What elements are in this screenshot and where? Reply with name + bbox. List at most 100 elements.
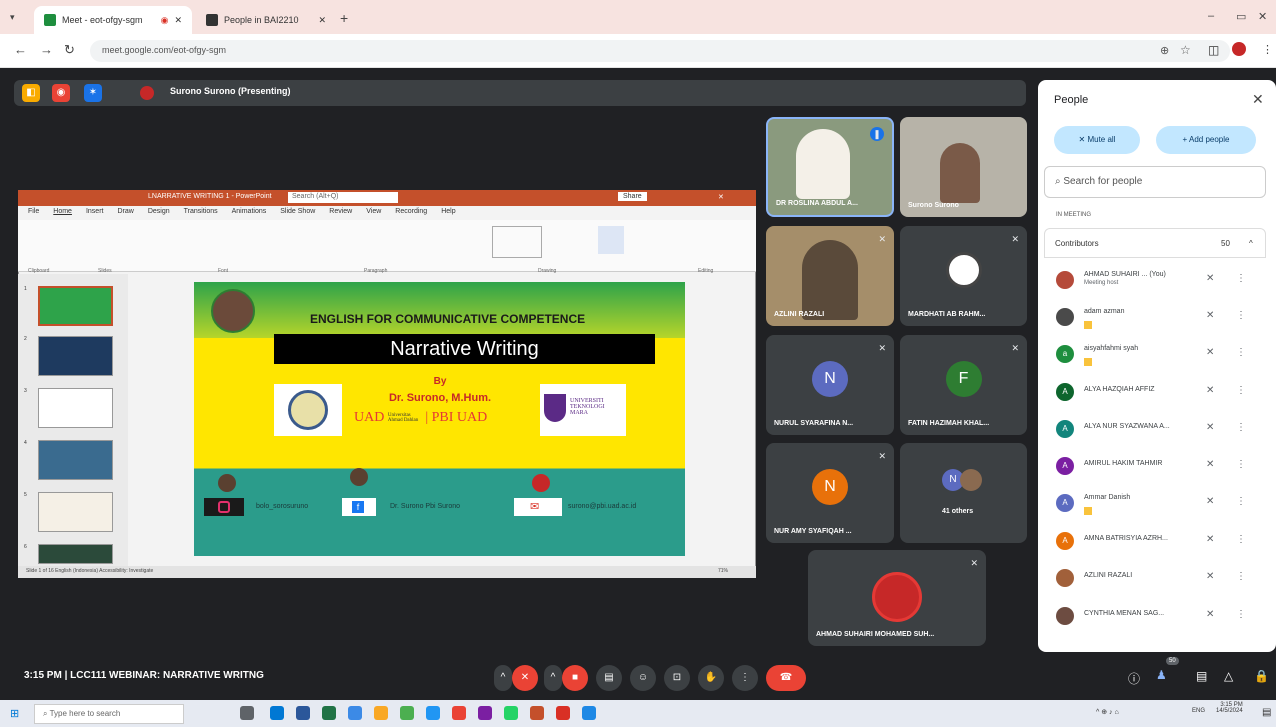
participant-tile[interactable]: N ✕ NUR AMY SYAFIQAH ...	[766, 443, 894, 543]
notification-icon[interactable]: ▤	[1262, 707, 1271, 718]
app-icon[interactable]	[426, 706, 440, 720]
whatsapp-icon[interactable]	[504, 706, 518, 720]
more-options-button[interactable]: ⋮	[732, 665, 758, 691]
mic-off-icon[interactable]: ✕	[1206, 347, 1214, 358]
new-tab-button[interactable]: +	[340, 10, 348, 26]
shapes-gallery[interactable]	[492, 226, 542, 258]
participant-tile[interactable]: ❚ DR ROSLINA ABDUL A...	[766, 117, 894, 217]
more-options-icon[interactable]: ⋮	[1236, 385, 1246, 396]
host-controls-icon[interactable]: 🔒	[1254, 669, 1269, 683]
close-tab-icon[interactable]: ✕	[318, 15, 326, 26]
mic-off-icon[interactable]: ✕	[1206, 422, 1214, 433]
tab-meet[interactable]: Meet - eot-ofgy-sgm ◉ ✕	[34, 6, 192, 34]
windows-start-icon[interactable]: ⊞	[10, 707, 19, 720]
tab-people[interactable]: People in BAI2210 ✕	[196, 6, 336, 34]
store-icon[interactable]	[348, 706, 362, 720]
reload-icon[interactable]: ↻	[64, 42, 75, 58]
mic-off-button[interactable]: ✕	[512, 665, 538, 691]
ppt-search-input[interactable]: Search (Alt+Q)	[288, 192, 398, 203]
slide-thumbnail[interactable]	[38, 440, 113, 480]
camera-options-chevron-icon[interactable]: ^	[544, 665, 562, 691]
maximize-icon[interactable]: ▭	[1236, 10, 1246, 23]
more-options-icon[interactable]: ⋮	[1236, 422, 1246, 433]
system-tray-icons[interactable]: ^ ⊕ ♪ ⌂	[1096, 708, 1119, 716]
mic-off-icon[interactable]: ✕	[1206, 534, 1214, 545]
minimize-icon[interactable]: –	[1208, 10, 1214, 22]
mic-off-icon[interactable]: ✕	[1206, 496, 1214, 507]
raise-hand-button[interactable]: ✋	[698, 665, 724, 691]
edge-icon[interactable]	[270, 706, 284, 720]
slide-thumbnail[interactable]	[38, 388, 113, 428]
contributors-header[interactable]: Contributors 50 ^	[1044, 228, 1266, 258]
reactions-button[interactable]: ☺	[630, 665, 656, 691]
taskbar-clock[interactable]: 3:15 PM 14/5/2024	[1216, 702, 1243, 714]
mic-off-icon[interactable]: ✕	[1206, 273, 1214, 284]
activities-icon[interactable]: △	[1224, 669, 1233, 683]
participant-row[interactable]: CYNTHIA MENAN SAG... ✕ ⋮	[1056, 602, 1256, 632]
extensions-icon[interactable]: ◫	[1208, 43, 1219, 57]
more-options-icon[interactable]: ⋮	[1236, 310, 1246, 321]
chrome-icon[interactable]	[452, 706, 466, 720]
app-icon[interactable]	[400, 706, 414, 720]
activities-icon[interactable]: ◧	[22, 84, 40, 102]
mic-off-icon[interactable]: ✕	[1206, 459, 1214, 470]
ppt-menu-item[interactable]: View	[366, 208, 381, 218]
mute-all-button[interactable]: ✕ Mute all	[1054, 126, 1140, 154]
participant-tile[interactable]: ✕ AHMAD SUHAIRI MOHAMED SUH...	[808, 550, 986, 646]
more-options-icon[interactable]: ⋮	[1236, 347, 1246, 358]
task-view-icon[interactable]	[240, 706, 254, 720]
excel-icon[interactable]	[322, 706, 336, 720]
cast-icon[interactable]: ⊕	[1160, 44, 1169, 57]
participant-row[interactable]: AHMAD SUHAIRI ... (You) Meeting host ✕ ⋮	[1056, 266, 1256, 296]
mic-options-chevron-icon[interactable]: ^	[494, 665, 512, 691]
ppt-menu-item[interactable]: File	[28, 208, 39, 218]
record-icon[interactable]: ◉	[52, 84, 70, 102]
others-tile[interactable]: N 41 others	[900, 443, 1027, 543]
url-input[interactable]: meet.google.com/eot-ofgy-sgm	[90, 40, 1230, 62]
ppt-menu-item[interactable]: Recording	[395, 208, 427, 218]
info-icon[interactable]: ⓘ	[1128, 670, 1140, 687]
slide-thumbnail[interactable]	[38, 336, 113, 376]
profile-avatar[interactable]	[1232, 42, 1246, 56]
close-icon[interactable]: ✕	[1252, 91, 1264, 108]
ppt-menu-item[interactable]: Home	[53, 208, 72, 218]
participant-row[interactable]: A ALYA NUR SYAZWANA A... ✕ ⋮	[1056, 415, 1256, 445]
mic-off-icon[interactable]: ✕	[1206, 385, 1214, 396]
ppt-menu-item[interactable]: Review	[329, 208, 352, 218]
ppt-close-icon[interactable]: ✕	[718, 193, 724, 201]
participant-tile[interactable]: ✕ MARDHATI AB RAHM...	[900, 226, 1027, 326]
participant-tile[interactable]: ✕ AZLINI RAZALI	[766, 226, 894, 326]
forward-icon[interactable]: →	[40, 42, 53, 57]
more-options-icon[interactable]: ⋮	[1236, 571, 1246, 582]
ppt-menu-item[interactable]: Help	[441, 208, 455, 218]
ppt-menu-item[interactable]: Insert	[86, 208, 104, 218]
slide-thumbnail[interactable]	[38, 492, 113, 532]
bookmark-star-icon[interactable]: ☆	[1180, 43, 1191, 57]
present-button[interactable]: ⊡	[664, 665, 690, 691]
participant-row[interactable]: A AMNA BATRISYIA AZRH... ✕ ⋮	[1056, 527, 1256, 557]
ppt-menu-item[interactable]: Transitions	[184, 208, 218, 218]
add-people-button[interactable]: + Add people	[1156, 126, 1256, 154]
word-icon[interactable]	[296, 706, 310, 720]
ppt-menu-item[interactable]: Draw	[117, 208, 133, 218]
app-icon[interactable]	[556, 706, 570, 720]
more-options-icon[interactable]: ⋮	[1236, 273, 1246, 284]
tab-menu-icon[interactable]: ▾	[10, 12, 15, 23]
close-tab-icon[interactable]: ✕	[174, 15, 182, 26]
more-options-icon[interactable]: ⋮	[1236, 609, 1246, 620]
taskbar-search-input[interactable]: ⌕ Type here to search	[34, 704, 184, 724]
file-explorer-icon[interactable]	[374, 706, 388, 720]
participant-tile[interactable]: F ✕ FATIN HAZIMAH KHAL...	[900, 335, 1027, 435]
slide-thumbnail[interactable]	[38, 544, 113, 564]
ppt-menu-item[interactable]: Design	[148, 208, 170, 218]
participant-row[interactable]: A ALYA HAZQIAH AFFIZ ✕ ⋮	[1056, 378, 1256, 408]
language-indicator[interactable]: ENG	[1192, 708, 1205, 714]
more-options-icon[interactable]: ⋮	[1236, 534, 1246, 545]
camera-off-button[interactable]: ■	[562, 665, 588, 691]
back-icon[interactable]: ←	[14, 42, 27, 57]
slide-thumbnail[interactable]	[38, 286, 113, 326]
powerpoint-icon[interactable]	[530, 706, 544, 720]
app-icon[interactable]	[478, 706, 492, 720]
participant-tile[interactable]: N ✕ NURUL SYARAFINA N...	[766, 335, 894, 435]
ppt-menu-item[interactable]: Slide Show	[280, 208, 315, 218]
